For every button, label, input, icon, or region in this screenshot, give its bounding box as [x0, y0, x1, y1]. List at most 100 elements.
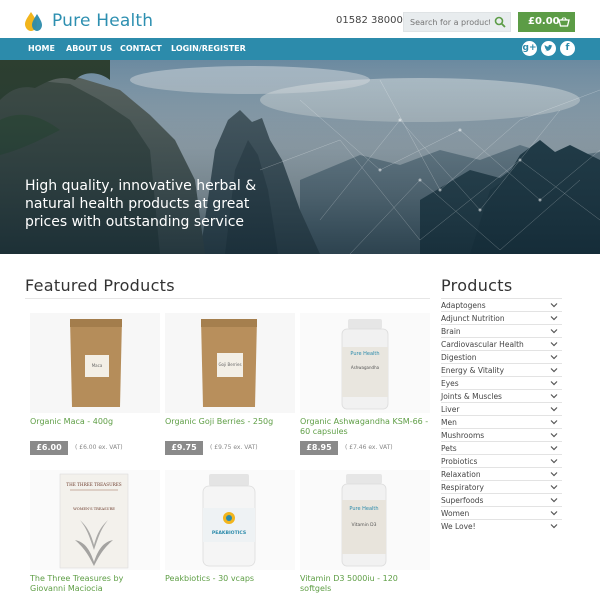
google-plus-icon[interactable]: g+ [522, 41, 537, 56]
svg-text:THE THREE TREASURES: THE THREE TREASURES [66, 482, 122, 487]
hero-headline: High quality, innovative herbal & natura… [25, 178, 257, 230]
category-label: Brain [441, 327, 461, 336]
chevron-down-icon[interactable] [550, 353, 558, 361]
chevron-down-icon[interactable] [550, 301, 558, 309]
chevron-down-icon[interactable] [550, 444, 558, 452]
nav-item-about-us[interactable]: ABOUT US [66, 44, 112, 53]
product-name[interactable]: Peakbiotics - 30 vcaps [165, 574, 295, 584]
sidebar-category-item[interactable]: Respiratory [441, 480, 562, 493]
site-header: Pure Health 01582 380000 £0.00 [0, 0, 600, 38]
sidebar-category-item[interactable]: Probiotics [441, 454, 562, 467]
nav-item-login-register[interactable]: LOGIN/REGISTER [171, 44, 246, 53]
product-image[interactable]: THE THREE TREASURES WOMEN'S TREASURE [30, 470, 160, 570]
sidebar-category-item[interactable]: Energy & Vitality [441, 363, 562, 376]
logo-drops-icon [25, 12, 42, 31]
product-name[interactable]: The Three Treasures by Giovanni Maciocia [30, 574, 160, 594]
phone-number: 01582 380000 [336, 15, 410, 26]
product-name[interactable]: Organic Goji Berries - 250g [165, 417, 295, 427]
sidebar-category-item[interactable]: Cardiovascular Health [441, 337, 562, 350]
category-label: Pets [441, 444, 457, 453]
sidebar-category-item[interactable]: Liver [441, 402, 562, 415]
svg-text:Pure Health: Pure Health [349, 506, 378, 512]
price-badge: £6.00 [30, 441, 68, 455]
basket-icon [558, 17, 570, 27]
cart-button[interactable]: £0.00 [518, 12, 575, 32]
sidebar-category-item[interactable]: Adaptogens [441, 298, 562, 311]
nav-item-home[interactable]: HOME [28, 44, 55, 53]
category-label: Eyes [441, 379, 459, 388]
category-list: Adaptogens Adjunct Nutrition Brain Cardiova… [441, 298, 562, 532]
sidebar-category-item[interactable]: Relaxation [441, 467, 562, 480]
product-name[interactable]: Vitamin D3 5000iu - 120 softgels [300, 574, 430, 594]
category-label: Liver [441, 405, 460, 414]
product-image[interactable]: PEAKBIOTICS [165, 470, 295, 570]
svg-text:WOMEN'S TREASURE: WOMEN'S TREASURE [73, 507, 115, 511]
category-label: Superfoods [441, 496, 484, 505]
products-sidebar-heading: Products [441, 276, 513, 295]
chevron-down-icon[interactable] [550, 496, 558, 504]
chevron-down-icon[interactable] [550, 366, 558, 374]
price-ex-vat: ( £9.75 ex. VAT) [210, 444, 258, 451]
price-ex-vat: ( £7.46 ex. VAT) [345, 444, 393, 451]
chevron-down-icon[interactable] [550, 431, 558, 439]
product-name[interactable]: Organic Maca - 400g [30, 417, 160, 427]
category-label: Men [441, 418, 457, 427]
chevron-down-icon[interactable] [550, 327, 558, 335]
hero-banner: High quality, innovative herbal & natura… [0, 60, 600, 254]
chevron-down-icon[interactable] [550, 418, 558, 426]
category-label: Mushrooms [441, 431, 485, 440]
category-label: Adjunct Nutrition [441, 314, 505, 323]
chevron-down-icon[interactable] [550, 470, 558, 478]
price-badge: £8.95 [300, 441, 338, 455]
sidebar-category-item[interactable]: Mushrooms [441, 428, 562, 441]
svg-text:Maca: Maca [92, 363, 103, 368]
category-label: Digestion [441, 353, 477, 362]
twitter-icon[interactable] [541, 41, 556, 56]
sidebar-category-item[interactable]: Digestion [441, 350, 562, 363]
brand-name: Pure Health [52, 11, 154, 31]
search-input[interactable] [410, 16, 490, 29]
sidebar-category-item[interactable]: Superfoods [441, 493, 562, 506]
chevron-down-icon[interactable] [550, 392, 558, 400]
featured-products-heading: Featured Products [25, 276, 175, 295]
main-nav: HOME ABOUT US CONTACT LOGIN/REGISTER g+ … [0, 38, 600, 60]
category-label: Cardiovascular Health [441, 340, 524, 349]
product-image[interactable]: Goji Berries [165, 313, 295, 413]
chevron-down-icon[interactable] [550, 379, 558, 387]
product-name[interactable]: Organic Ashwagandha KSM-66 - 60 capsules [300, 417, 430, 437]
product-image[interactable]: Pure Health Vitamin D3 [300, 470, 430, 570]
category-label: Adaptogens [441, 301, 486, 310]
svg-text:PEAKBIOTICS: PEAKBIOTICS [212, 530, 246, 536]
chevron-down-icon[interactable] [550, 522, 558, 530]
sidebar-category-item[interactable]: Men [441, 415, 562, 428]
svg-text:Ashwagandha: Ashwagandha [351, 365, 380, 370]
nav-item-contact[interactable]: CONTACT [120, 44, 162, 53]
category-label: Relaxation [441, 470, 481, 479]
category-label: Joints & Muscles [441, 392, 502, 401]
sidebar-category-item[interactable]: Pets [441, 441, 562, 454]
facebook-icon[interactable]: f [560, 41, 575, 56]
chevron-down-icon[interactable] [550, 340, 558, 348]
chevron-down-icon[interactable] [550, 509, 558, 517]
search-box [403, 12, 511, 32]
product-image[interactable]: Pure Health Ashwagandha [300, 313, 430, 413]
chevron-down-icon[interactable] [550, 314, 558, 322]
chevron-down-icon[interactable] [550, 405, 558, 413]
sidebar-category-item[interactable]: Eyes [441, 376, 562, 389]
sidebar-category-item[interactable]: Adjunct Nutrition [441, 311, 562, 324]
chevron-down-icon[interactable] [550, 457, 558, 465]
sidebar-category-item[interactable]: Women [441, 506, 562, 519]
price-ex-vat: ( £6.00 ex. VAT) [75, 444, 123, 451]
sidebar-category-item[interactable]: We Love! [441, 519, 562, 532]
svg-text:Pure Health: Pure Health [350, 351, 379, 357]
sidebar-category-item[interactable]: Brain [441, 324, 562, 337]
site-logo[interactable]: Pure Health [24, 10, 153, 32]
svg-text:Vitamin D3: Vitamin D3 [352, 522, 377, 528]
product-image[interactable]: Maca [30, 313, 160, 413]
divider [25, 298, 430, 299]
chevron-down-icon[interactable] [550, 483, 558, 491]
cart-total: £0.00 [528, 16, 560, 27]
sidebar-category-item[interactable]: Joints & Muscles [441, 389, 562, 402]
category-label: Energy & Vitality [441, 366, 505, 375]
search-icon[interactable] [494, 16, 506, 28]
